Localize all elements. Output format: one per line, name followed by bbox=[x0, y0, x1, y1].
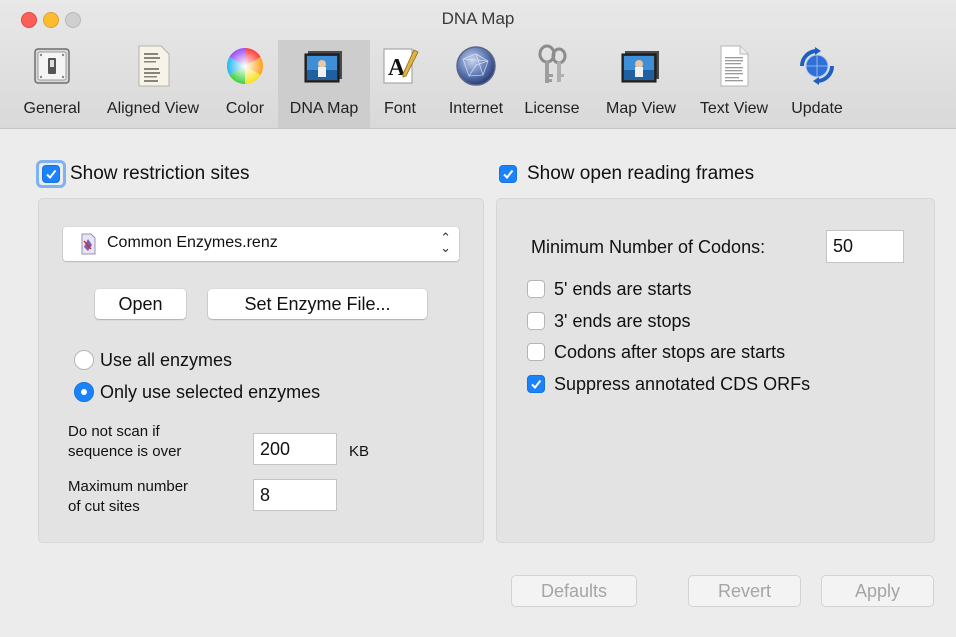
preferences-window: DNA Map General Aligned View Color DNA M… bbox=[0, 0, 956, 637]
title-bar: DNA Map General Aligned View Color DNA M… bbox=[0, 0, 956, 129]
tab-color[interactable]: Color bbox=[214, 40, 276, 128]
show-open-reading-frames-checkbox[interactable] bbox=[499, 165, 517, 183]
min-codons-field[interactable]: 50 bbox=[826, 230, 904, 263]
tab-general[interactable]: General bbox=[12, 40, 92, 128]
tab-font-label: Font bbox=[383, 100, 416, 117]
tab-font[interactable]: A Font bbox=[374, 40, 426, 128]
tab-update-label: Update bbox=[791, 100, 843, 117]
codons-after-stops-label: Codons after stops are starts bbox=[554, 342, 786, 362]
sync-globe-icon bbox=[795, 44, 839, 88]
tab-color-label: Color bbox=[225, 100, 265, 117]
set-enzyme-file-button[interactable]: Set Enzyme File... bbox=[208, 289, 427, 319]
show-restriction-sites-label: Show restriction sites bbox=[70, 163, 250, 184]
enzyme-file-icon bbox=[79, 233, 97, 260]
tab-aligned-view-label: Aligned View bbox=[106, 100, 200, 117]
enzyme-file-name: Common Enzymes.renz bbox=[107, 234, 278, 251]
only-selected-enzymes-label: Only use selected enzymes bbox=[100, 382, 321, 402]
tab-map-view-label: Map View bbox=[606, 100, 676, 117]
tab-dna-map[interactable]: DNA Map bbox=[278, 40, 370, 128]
tab-general-label: General bbox=[23, 100, 81, 117]
max-cut-sites-field[interactable]: 8 bbox=[253, 479, 337, 511]
tab-map-view[interactable]: Map View bbox=[596, 40, 686, 128]
max-cut-sites-label: Maximum number of cut sites bbox=[68, 477, 188, 517]
suppress-cds-orfs-checkbox[interactable] bbox=[527, 375, 545, 393]
tab-dna-map-label: DNA Map bbox=[289, 100, 359, 117]
open-button[interactable]: Open bbox=[95, 289, 186, 319]
no-scan-label-line2: sequence is over bbox=[68, 443, 182, 460]
no-scan-label: Do not scan if sequence is over bbox=[68, 422, 181, 462]
tab-internet[interactable]: Internet bbox=[438, 40, 514, 128]
show-restriction-sites-checkbox[interactable] bbox=[42, 165, 60, 183]
revert-button[interactable]: Revert bbox=[689, 576, 800, 606]
tab-internet-label: Internet bbox=[448, 100, 504, 117]
tab-text-view-label: Text View bbox=[699, 100, 769, 117]
three-prime-stops-checkbox[interactable] bbox=[527, 312, 545, 330]
color-wheel-icon bbox=[223, 44, 267, 88]
picture-icon bbox=[302, 44, 346, 88]
suppress-cds-orfs-label: Suppress annotated CDS ORFs bbox=[554, 374, 811, 394]
keys-icon bbox=[530, 44, 574, 88]
codons-after-stops-checkbox[interactable] bbox=[527, 343, 545, 361]
font-icon: A bbox=[378, 44, 422, 88]
picture-icon bbox=[619, 44, 663, 88]
tab-license[interactable]: License bbox=[518, 40, 586, 128]
apply-button[interactable]: Apply bbox=[822, 576, 933, 606]
aligned-sequence-icon bbox=[131, 44, 175, 88]
five-prime-starts-label: 5' ends are starts bbox=[554, 279, 692, 299]
show-open-reading-frames-label: Show open reading frames bbox=[527, 163, 755, 184]
window-title: DNA Map bbox=[441, 9, 515, 28]
only-selected-enzymes-radio[interactable] bbox=[74, 382, 94, 402]
tab-update[interactable]: Update bbox=[782, 40, 852, 128]
max-cut-sites-label-line1: Maximum number bbox=[68, 478, 189, 495]
max-cut-sites-label-line2: of cut sites bbox=[68, 498, 140, 515]
document-icon bbox=[712, 44, 756, 88]
kb-unit-label: KB bbox=[349, 443, 370, 460]
min-codons-label: Minimum Number of Codons: bbox=[531, 237, 766, 257]
chevron-up-down-icon: ⌃ ⌄ bbox=[440, 230, 451, 255]
use-all-enzymes-radio[interactable] bbox=[74, 350, 94, 370]
use-all-enzymes-label: Use all enzymes bbox=[100, 350, 233, 370]
tab-text-view[interactable]: Text View bbox=[690, 40, 778, 128]
three-prime-stops-label: 3' ends are stops bbox=[554, 311, 691, 331]
five-prime-starts-checkbox[interactable] bbox=[527, 280, 545, 298]
tab-license-label: License bbox=[524, 100, 580, 117]
max-sequence-size-field[interactable]: 200 bbox=[253, 433, 337, 465]
enzyme-file-popup[interactable]: Common Enzymes.renz ⌃ ⌄ bbox=[63, 227, 459, 261]
globe-icon bbox=[454, 44, 498, 88]
defaults-button[interactable]: Defaults bbox=[512, 576, 636, 606]
tab-aligned-view[interactable]: Aligned View bbox=[94, 40, 212, 128]
switch-icon bbox=[30, 44, 74, 88]
no-scan-label-line1: Do not scan if bbox=[68, 423, 160, 440]
